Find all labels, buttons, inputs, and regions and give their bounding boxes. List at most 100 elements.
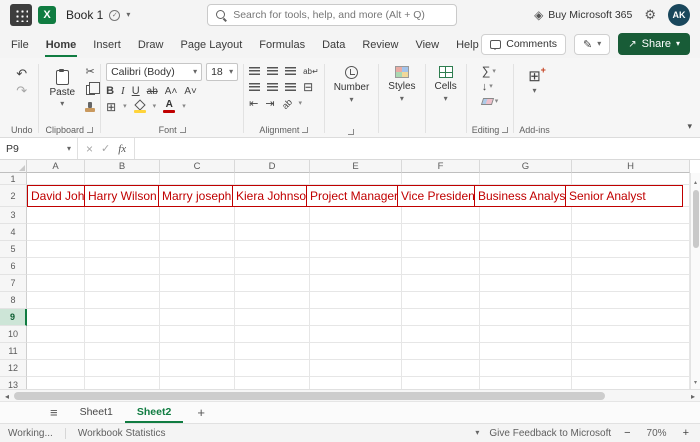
column-header[interactable]: B [85, 160, 160, 173]
title-chevron-down-icon[interactable] [126, 11, 130, 19]
increase-font-size-button[interactable] [165, 84, 178, 97]
workbook-title[interactable]: Book 1 [66, 8, 103, 22]
align-top-button[interactable] [249, 67, 261, 75]
grid-cell[interactable] [480, 377, 572, 389]
grid-cell[interactable] [27, 275, 85, 292]
clipboard-dialog-launcher[interactable] [87, 127, 94, 133]
grid-cell[interactable] [310, 173, 402, 185]
grid-cell[interactable] [480, 207, 572, 224]
data-cell[interactable]: Project Manager [306, 185, 398, 207]
grid-cell[interactable] [480, 326, 572, 343]
row-header[interactable]: 4 [0, 224, 27, 241]
grid-cell[interactable] [310, 326, 402, 343]
grid-cell[interactable] [27, 309, 85, 326]
grid-cell[interactable] [27, 326, 85, 343]
grid-cell[interactable] [235, 360, 310, 377]
workbook-statistics-button[interactable]: Workbook Statistics [64, 427, 165, 439]
settings-gear-icon[interactable] [644, 7, 656, 23]
grid-cell[interactable] [85, 241, 160, 258]
align-left-button[interactable] [249, 83, 261, 91]
grid-cell[interactable] [480, 241, 572, 258]
grid-cell[interactable] [27, 292, 85, 309]
grid-cell[interactable] [235, 326, 310, 343]
grid-cell[interactable] [480, 292, 572, 309]
horizontal-scroll-thumb[interactable] [14, 391, 606, 400]
grid-cell[interactable] [480, 173, 572, 185]
data-cell[interactable]: Business Analyst [474, 185, 566, 207]
font-color-button[interactable] [163, 100, 176, 113]
chevron-down-icon[interactable] [123, 103, 127, 110]
bold-button[interactable] [106, 84, 114, 97]
grid-cell[interactable] [160, 241, 235, 258]
grid-cell[interactable] [572, 343, 690, 360]
grid-cell[interactable] [402, 309, 480, 326]
grid-cell[interactable] [235, 224, 310, 241]
add-ins-button[interactable] [524, 61, 545, 95]
grid-cell[interactable] [402, 360, 480, 377]
row-header[interactable]: 1 [0, 173, 27, 185]
borders-button[interactable] [106, 101, 116, 113]
copy-button[interactable] [85, 82, 100, 95]
grid-cell[interactable] [235, 173, 310, 185]
row-header[interactable]: 10 [0, 326, 27, 343]
grid-cell[interactable] [480, 258, 572, 275]
grid-cell[interactable] [160, 309, 235, 326]
row-header[interactable]: 12 [0, 360, 27, 377]
paste-button[interactable]: Paste [44, 65, 82, 110]
data-cell[interactable]: Harry Wilson [84, 185, 159, 207]
grid-cell[interactable] [85, 173, 160, 185]
column-header[interactable]: C [160, 160, 235, 173]
editing-mode-button[interactable] [574, 33, 611, 55]
grid-cell[interactable] [160, 326, 235, 343]
column-header[interactable]: E [310, 160, 402, 173]
grid-cell[interactable] [310, 241, 402, 258]
grid-cell[interactable] [85, 292, 160, 309]
buy-microsoft-365-button[interactable]: Buy Microsoft 365 [534, 8, 632, 22]
grid-cell[interactable] [160, 292, 235, 309]
column-header[interactable]: F [402, 160, 480, 173]
data-cell[interactable]: Kiera Johnson [232, 185, 307, 207]
grid-cell[interactable] [310, 377, 402, 389]
grid-cell[interactable] [160, 343, 235, 360]
grid-cell[interactable] [160, 224, 235, 241]
decrease-indent-button[interactable] [249, 97, 258, 110]
row-header[interactable]: 7 [0, 275, 27, 292]
scroll-left-arrow[interactable] [5, 390, 9, 402]
grid-cell[interactable] [310, 258, 402, 275]
wrap-text-button[interactable] [303, 65, 319, 77]
align-middle-button[interactable] [267, 67, 279, 75]
select-all-button[interactable] [0, 160, 27, 173]
merge-center-button[interactable] [303, 81, 313, 93]
ribbon-tab[interactable]: Data [321, 32, 346, 57]
row-header[interactable]: 3 [0, 207, 27, 224]
grid-cell[interactable] [160, 258, 235, 275]
grid-cell[interactable] [85, 326, 160, 343]
grid-cell[interactable] [27, 377, 85, 389]
grid-cell[interactable] [85, 343, 160, 360]
comments-button[interactable]: Comments [481, 33, 566, 55]
insert-function-button[interactable]: fx [118, 143, 126, 155]
styles-button[interactable]: Styles [384, 61, 419, 103]
grid-cell[interactable] [310, 207, 402, 224]
ribbon-tab[interactable]: Home [44, 32, 78, 57]
grid-cell[interactable] [310, 343, 402, 360]
horizontal-scrollbar[interactable] [0, 389, 700, 401]
grid-cell[interactable] [480, 224, 572, 241]
column-header[interactable]: A [27, 160, 85, 173]
grid-cell[interactable] [160, 377, 235, 389]
grid-cell[interactable] [85, 360, 160, 377]
feedback-button[interactable]: Give Feedback to Microsoft [489, 428, 611, 439]
grid-cell[interactable] [402, 241, 480, 258]
data-cell[interactable]: David John [27, 185, 85, 207]
chevron-down-icon[interactable] [182, 103, 186, 110]
align-bottom-button[interactable] [285, 67, 297, 75]
grid-cell[interactable] [160, 173, 235, 185]
grid-cell[interactable] [402, 173, 480, 185]
grid-cell[interactable] [27, 360, 85, 377]
clear-button[interactable] [480, 98, 494, 105]
grid-cell[interactable] [27, 207, 85, 224]
underline-button[interactable] [132, 84, 140, 97]
data-cell[interactable]: Vice President [397, 185, 475, 207]
font-size-select[interactable]: 18 [206, 63, 239, 81]
collapse-ribbon-button[interactable] [687, 122, 692, 131]
